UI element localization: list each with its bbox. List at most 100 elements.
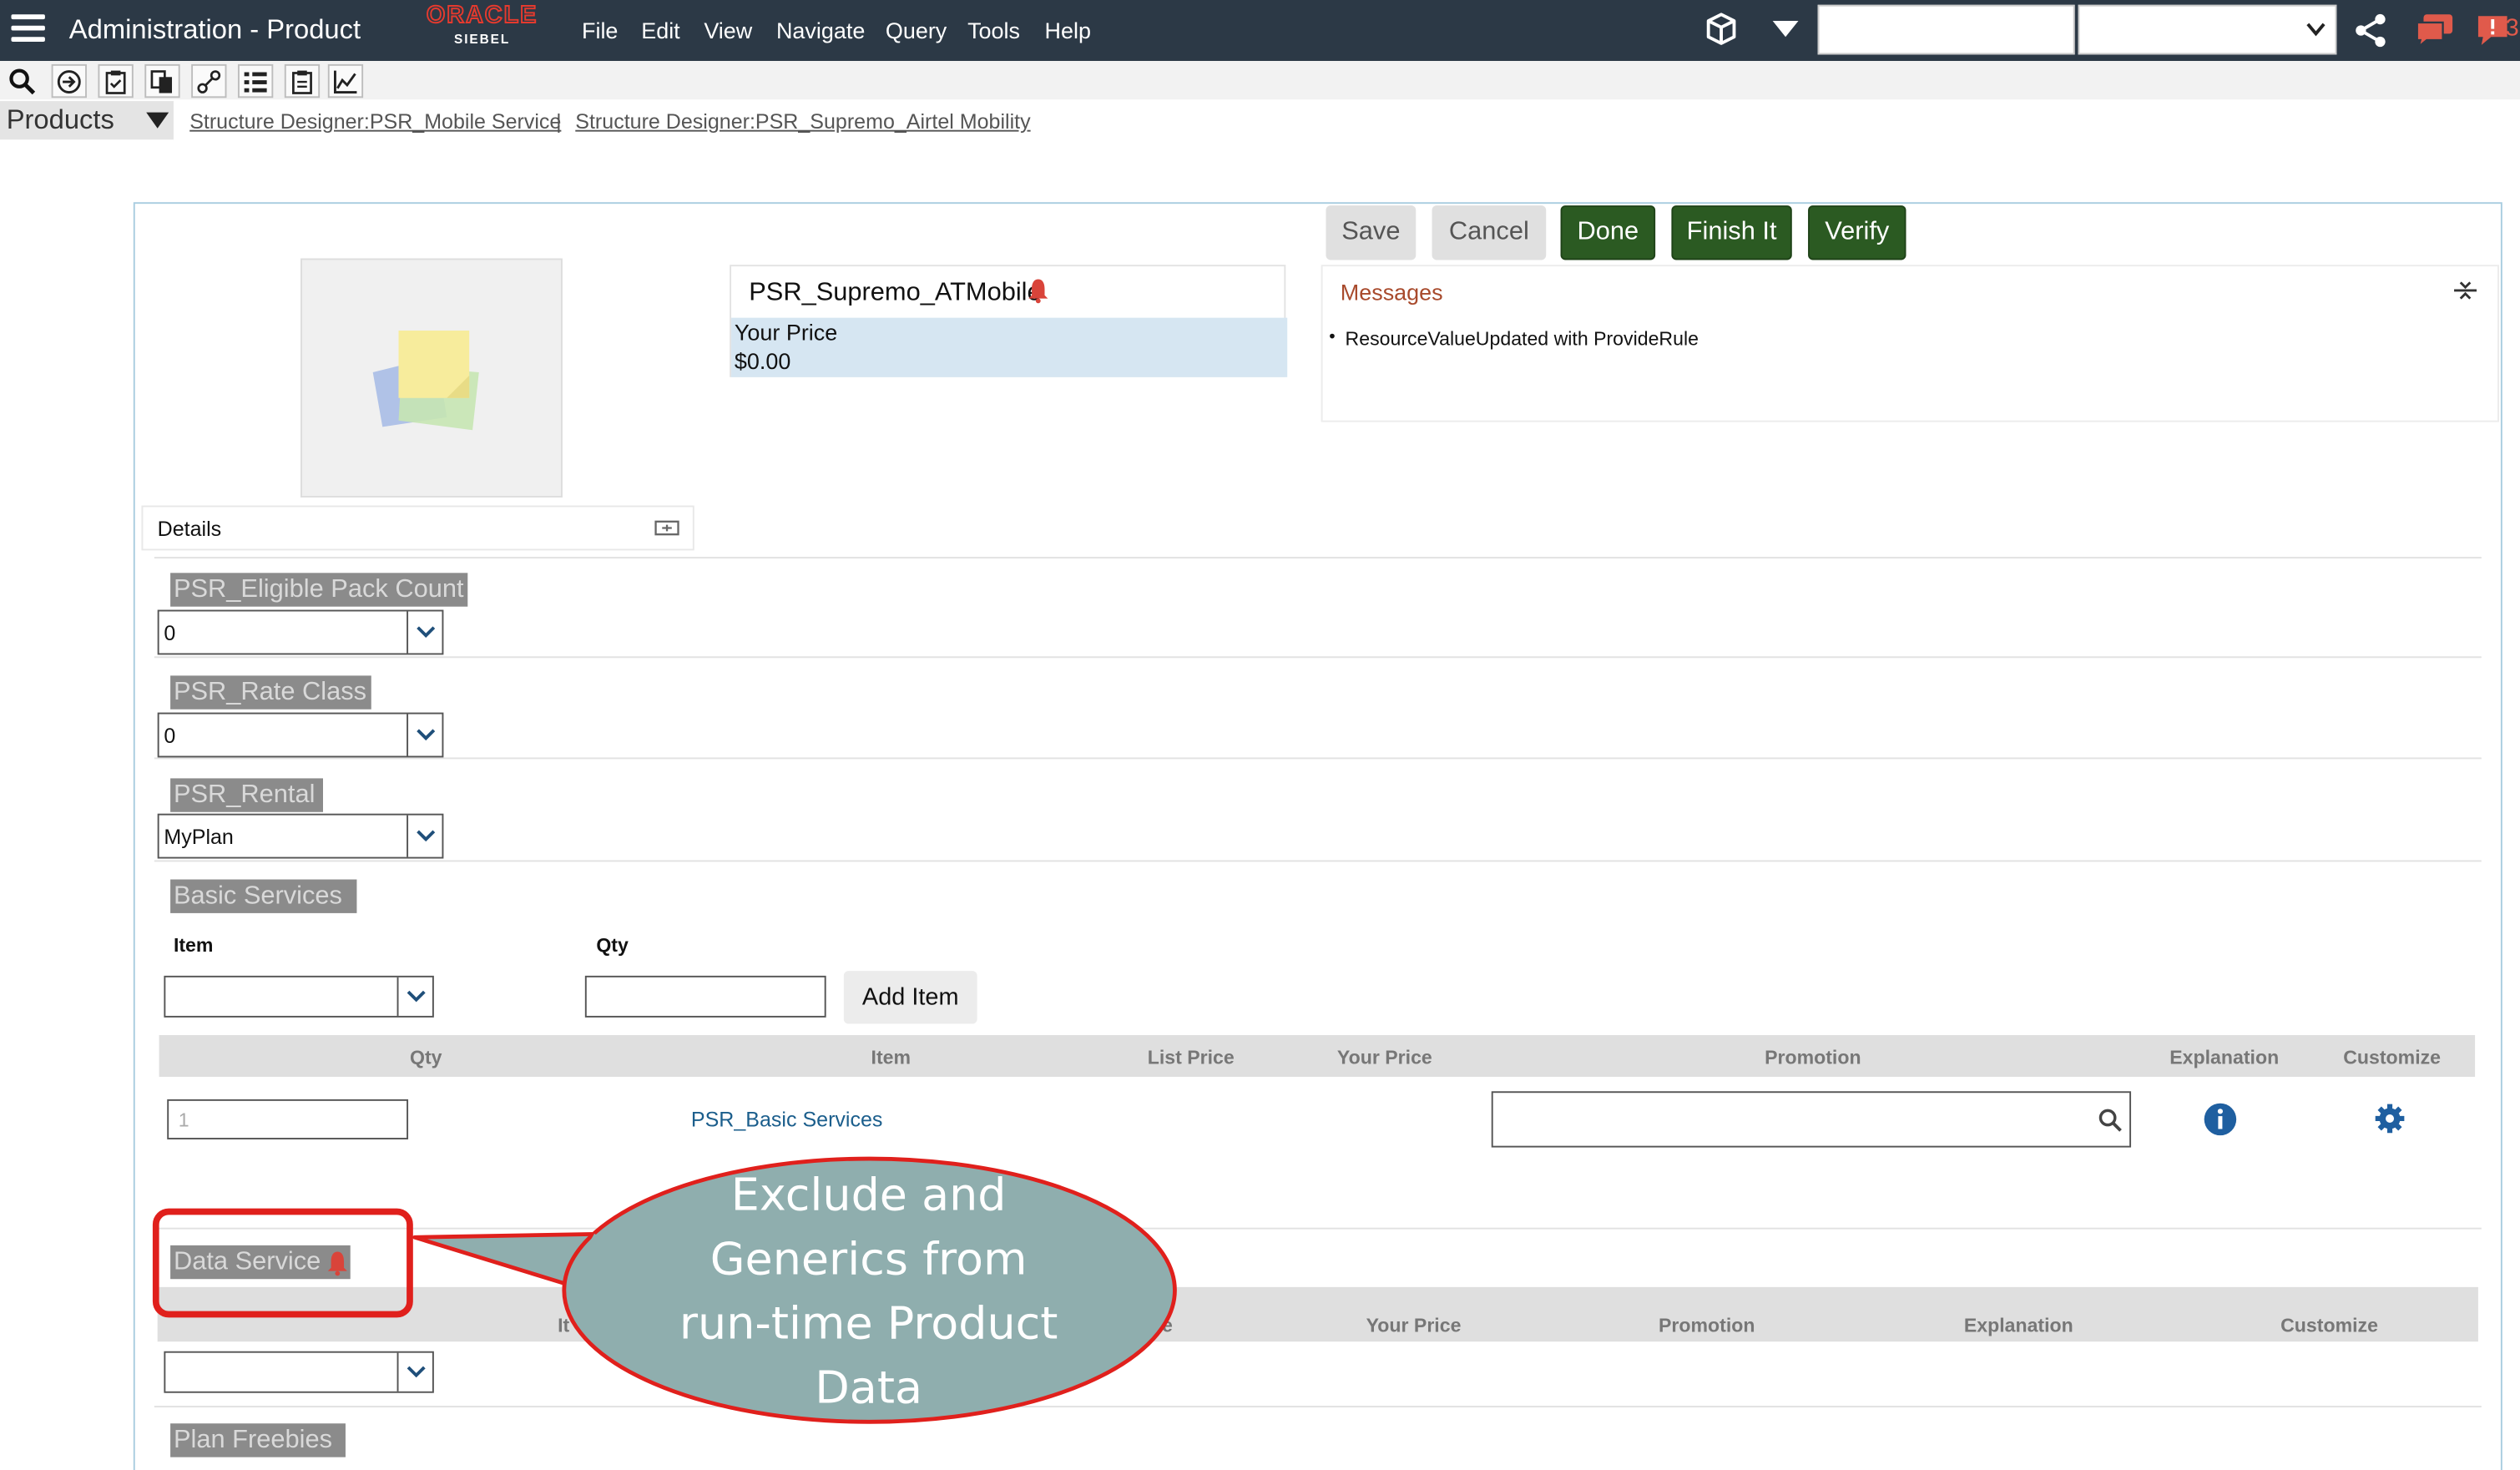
alert-bell-icon bbox=[327, 1251, 347, 1276]
column-header: Customize bbox=[2280, 1314, 2378, 1337]
breadcrumb-separator: | bbox=[556, 109, 562, 134]
product-summary-card: PSR_Supremo_ATMobile Your Price $0.00 bbox=[730, 265, 1288, 377]
attribute-label: PSR_Rate Class bbox=[170, 675, 371, 710]
column-header: Promotion bbox=[1765, 1046, 1861, 1069]
rental-select[interactable]: MyPlan bbox=[157, 813, 444, 859]
menu-query[interactable]: Query bbox=[886, 18, 947, 43]
oracle-siebel-logo: ORACLE SIEBEL bbox=[426, 1, 538, 47]
details-bar: Details bbox=[141, 505, 694, 551]
select-value: 0 bbox=[164, 724, 176, 748]
copy-icon[interactable] bbox=[144, 63, 180, 99]
add-item-button[interactable]: Add Item bbox=[843, 971, 977, 1024]
menu-edit[interactable]: Edit bbox=[641, 18, 679, 43]
column-header: Customize bbox=[2343, 1046, 2442, 1069]
chevron-down-icon[interactable] bbox=[396, 977, 432, 1016]
chevron-down-icon[interactable] bbox=[407, 714, 442, 756]
column-header: e bbox=[1162, 1314, 1173, 1337]
column-header: Explanation bbox=[2169, 1046, 2280, 1069]
menu-tools[interactable]: Tools bbox=[967, 18, 1020, 43]
item-select[interactable] bbox=[164, 975, 434, 1018]
screen-name: Products bbox=[6, 104, 114, 135]
verify-button[interactable]: Verify bbox=[1808, 205, 1906, 260]
done-button[interactable]: Done bbox=[1560, 205, 1656, 260]
messages-title: Messages bbox=[1340, 279, 1443, 306]
price-label: Your Price bbox=[734, 319, 838, 346]
breadcrumb-link[interactable]: Structure Designer:PSR_Mobile Service bbox=[189, 109, 561, 134]
section-label: Basic Services bbox=[170, 879, 357, 913]
price-box: Your Price $0.00 bbox=[731, 317, 1288, 377]
top-bar: Administration - Product ORACLE SIEBEL F… bbox=[0, 0, 2520, 62]
info-icon[interactable] bbox=[2204, 1103, 2237, 1136]
chevron-down-icon bbox=[2306, 23, 2326, 37]
attribute-section bbox=[154, 557, 2482, 659]
chat-icon[interactable] bbox=[2414, 11, 2456, 49]
search-icon[interactable] bbox=[2098, 1108, 2124, 1134]
chevron-down-icon[interactable] bbox=[407, 611, 442, 654]
go-arrow-icon[interactable] bbox=[51, 63, 87, 99]
chart-analytics-icon[interactable] bbox=[327, 63, 364, 99]
query-search-icon[interactable] bbox=[5, 64, 40, 98]
cancel-button[interactable]: Cancel bbox=[1432, 205, 1547, 260]
screen-selector[interactable]: Products bbox=[0, 101, 174, 140]
global-search-input[interactable] bbox=[1817, 4, 2075, 55]
plan-freebies-section bbox=[154, 1407, 2482, 1470]
price-value: $0.00 bbox=[734, 348, 791, 374]
global-search-scope-select[interactable] bbox=[2078, 4, 2337, 55]
app-title: Administration - Product bbox=[68, 14, 361, 45]
finish-it-button[interactable]: Finish It bbox=[1671, 205, 1792, 260]
details-label: Details bbox=[157, 517, 222, 541]
column-header: Promotion bbox=[1658, 1314, 1755, 1337]
promotion-input[interactable] bbox=[1491, 1091, 2132, 1148]
notification-count: 3 bbox=[2505, 14, 2519, 42]
callout-text: Exclude and Generics from run-time Produ… bbox=[679, 1168, 1058, 1414]
chevron-down-icon[interactable] bbox=[396, 1352, 432, 1392]
column-header: Item bbox=[871, 1046, 912, 1069]
message-item: ResourceValueUpdated with ProvideRule bbox=[1345, 327, 1699, 351]
menu-help[interactable]: Help bbox=[1044, 18, 1090, 43]
column-header: Your Price bbox=[1366, 1314, 1462, 1337]
menu-view[interactable]: View bbox=[704, 18, 752, 43]
table-header: Qty Item List Price Your Price Promotion… bbox=[159, 1035, 2476, 1077]
attribute-label: PSR_Eligible Pack Count bbox=[170, 573, 468, 607]
save-button[interactable]: Save bbox=[1326, 205, 1417, 260]
row-item-link[interactable]: PSR_Basic Services bbox=[691, 1108, 883, 1132]
breadcrumb-link[interactable]: Structure Designer:PSR_Supremo_Airtel Mo… bbox=[575, 109, 1030, 134]
column-header: Your Price bbox=[1336, 1046, 1432, 1069]
hamburger-menu-icon[interactable] bbox=[11, 14, 45, 45]
product-placeholder-icon bbox=[372, 331, 479, 431]
clipboard-icon[interactable] bbox=[284, 63, 321, 99]
attribute-label: PSR_Rental bbox=[170, 778, 324, 812]
section-label: Plan Freebies bbox=[170, 1423, 346, 1457]
toolbar bbox=[0, 61, 2520, 100]
cube-icon[interactable] bbox=[1704, 11, 1739, 46]
chevron-down-icon[interactable] bbox=[407, 815, 442, 857]
data-service-select[interactable] bbox=[164, 1351, 434, 1393]
qty-input[interactable] bbox=[584, 975, 826, 1018]
product-image bbox=[300, 258, 563, 498]
link-icon[interactable] bbox=[191, 63, 227, 99]
bullet: • bbox=[1329, 327, 1336, 347]
menu-file[interactable]: File bbox=[582, 18, 618, 43]
expand-icon[interactable] bbox=[654, 518, 680, 538]
row-qty-input[interactable]: 1 bbox=[167, 1099, 409, 1139]
attribute-section bbox=[154, 759, 2482, 862]
share-icon[interactable] bbox=[2353, 13, 2388, 48]
product-name: PSR_Supremo_ATMobile bbox=[749, 279, 1042, 307]
qty-label: Qty bbox=[596, 933, 629, 957]
select-value: 0 bbox=[164, 621, 176, 645]
clipboard-check-icon[interactable] bbox=[98, 63, 134, 99]
rate-class-select[interactable]: 0 bbox=[157, 712, 444, 758]
messages-panel: Messages • ResourceValueUpdated with Pro… bbox=[1321, 265, 2499, 422]
list-icon[interactable] bbox=[237, 63, 274, 99]
select-value: MyPlan bbox=[164, 825, 234, 849]
eligible-pack-count-select[interactable]: 0 bbox=[157, 609, 444, 655]
column-header: It bbox=[558, 1314, 570, 1337]
dropdown-triangle-icon[interactable] bbox=[1771, 19, 1800, 38]
gear-icon[interactable] bbox=[2374, 1103, 2406, 1134]
column-header: List Price bbox=[1147, 1046, 1235, 1069]
column-header: Explanation bbox=[1963, 1314, 2073, 1337]
column-header: Qty bbox=[409, 1046, 442, 1069]
collapse-icon[interactable] bbox=[2452, 280, 2478, 302]
menu-navigate[interactable]: Navigate bbox=[776, 18, 865, 43]
caret-down-icon[interactable] bbox=[146, 112, 169, 129]
